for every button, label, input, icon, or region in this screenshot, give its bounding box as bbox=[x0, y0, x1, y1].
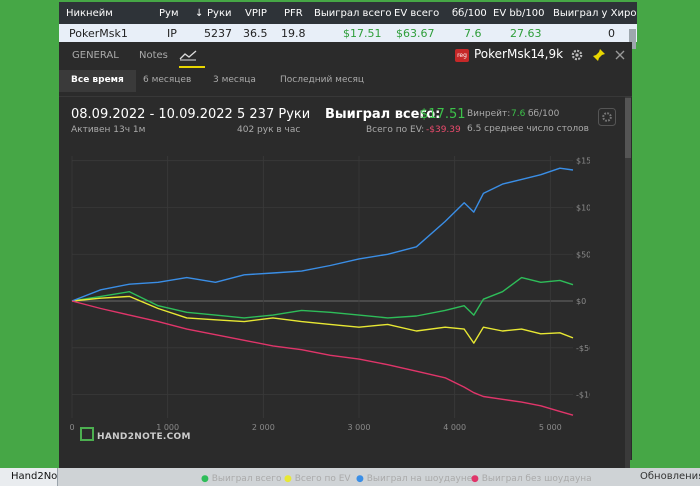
logo-text: HAND2NOTE.COM bbox=[97, 432, 191, 442]
background-strip bbox=[630, 460, 700, 468]
settings-gear-icon[interactable] bbox=[598, 108, 616, 126]
col-won-from-hero[interactable]: Выиграл у Хиро bbox=[553, 2, 636, 24]
winnings-chart: $150$100$50$0-$50-$10001 0002 0003 0004 … bbox=[69, 156, 590, 432]
col-ev-bb100[interactable]: EV bb/100 bbox=[493, 2, 545, 24]
hud-player-name: PokerMsk1 bbox=[474, 47, 539, 61]
logo-icon bbox=[80, 427, 94, 441]
legend-label: Всего по EV bbox=[294, 474, 351, 484]
date-range: 08.09.2022 - 10.09.2022 bbox=[71, 107, 233, 122]
legend-dot: ● bbox=[284, 474, 292, 484]
taskbar-app-button[interactable]: Hand2Note 2 bbox=[0, 468, 58, 486]
cell-vpip: 36.5 bbox=[243, 26, 268, 40]
gear-icon[interactable] bbox=[570, 48, 584, 62]
col-nickname[interactable]: Никнейм bbox=[66, 2, 113, 24]
tab-general[interactable]: GENERAL bbox=[72, 50, 119, 61]
pin-icon[interactable] bbox=[592, 48, 606, 62]
legend-item[interactable]: ● Выиграл всего bbox=[201, 474, 281, 484]
legend-item[interactable]: ● Выиграл без шоудауна bbox=[471, 474, 592, 484]
cell-ev-bb100: 27.63 bbox=[510, 26, 542, 40]
legend-dot: ● bbox=[201, 474, 209, 484]
y-tick-label: $100 bbox=[576, 203, 590, 212]
hud-titlebar: GENERAL Notes reg PokerMsk1 4,9k bbox=[59, 42, 632, 70]
legend-label: Выиграл на шоудауне bbox=[366, 474, 473, 484]
tab-notes[interactable]: Notes bbox=[139, 50, 168, 61]
hud-player-value: 4,9k bbox=[537, 47, 564, 61]
legend-dot: ● bbox=[471, 474, 479, 484]
table-header: Никнейм Рум ↓ Руки VPIP PFR Выиграл всег… bbox=[59, 2, 637, 24]
legend-label: Выиграл всего bbox=[211, 474, 282, 484]
col-won-total[interactable]: Выиграл всего bbox=[314, 2, 391, 24]
active-time: Активен 13ч 1м bbox=[71, 125, 146, 135]
line-chart-icon[interactable] bbox=[179, 49, 197, 61]
tab-active-underline bbox=[179, 66, 205, 68]
updates-button[interactable]: Обновления bbox=[636, 468, 700, 486]
y-tick-label: $0 bbox=[576, 297, 586, 306]
x-tick-label: 3 000 bbox=[348, 423, 371, 432]
period-tabs: Все время 6 месяцев 3 месяца Последний м… bbox=[59, 70, 632, 97]
cell-nickname: PokerMsk1 bbox=[69, 26, 128, 40]
table-row[interactable]: PokerMsk1 IP 5237 36.5 19.8 $17.51 $63.6… bbox=[59, 24, 637, 42]
x-tick-label: 2 000 bbox=[252, 423, 275, 432]
cell-won-from-hero: 0 bbox=[608, 26, 615, 40]
won-total-value: $17.51 bbox=[420, 107, 466, 122]
ev-total-value: -$39.39 bbox=[426, 125, 461, 135]
col-vpip[interactable]: VPIP bbox=[245, 2, 267, 24]
winrate-label: Винрейт: bbox=[467, 109, 511, 119]
cell-room: IP bbox=[167, 26, 177, 40]
tab-all-time[interactable]: Все время bbox=[59, 70, 136, 92]
winrate-value: 7.6 bbox=[511, 109, 526, 119]
cell-won-total: $17.51 bbox=[343, 26, 382, 40]
legend-item[interactable]: ● Выиграл на шоудауне bbox=[356, 474, 472, 484]
y-tick-label: -$100 bbox=[576, 391, 590, 400]
legend-item[interactable]: ● Всего по EV bbox=[284, 474, 351, 484]
series-line-3 bbox=[71, 167, 574, 302]
close-icon[interactable] bbox=[613, 48, 627, 62]
tables-avg: 6.5 среднее число столов bbox=[467, 124, 589, 134]
y-tick-label: -$50 bbox=[576, 344, 590, 353]
player-hud-popup: GENERAL Notes reg PokerMsk1 4,9k Все вре… bbox=[59, 42, 632, 484]
hud-scrollbar-thumb[interactable] bbox=[625, 98, 631, 158]
col-pfr[interactable]: PFR bbox=[284, 2, 303, 24]
ev-total-label: Всего по EV: bbox=[366, 125, 425, 135]
hand2note-logo: HAND2NOTE.COM bbox=[80, 427, 191, 442]
col-hands[interactable]: Руки bbox=[207, 2, 232, 24]
col-bb100[interactable]: бб/100 bbox=[452, 2, 487, 24]
x-tick-label: 5 000 bbox=[539, 423, 562, 432]
legend-label: Выиграл без шоудауна bbox=[481, 474, 592, 484]
cell-ev-total: $63.67 bbox=[396, 26, 435, 40]
cell-bb100: 7.6 bbox=[464, 26, 482, 40]
cell-pfr: 19.8 bbox=[281, 26, 306, 40]
hud-scrollbar[interactable] bbox=[625, 96, 631, 468]
series-line-4 bbox=[71, 300, 574, 416]
x-tick-label: 4 000 bbox=[443, 423, 466, 432]
cell-hands: 5237 bbox=[204, 26, 232, 40]
col-ev-total[interactable]: EV всего bbox=[394, 2, 439, 24]
y-tick-label: $50 bbox=[576, 250, 590, 259]
sort-arrow-icon: ↓ bbox=[195, 7, 204, 19]
tab-6-months[interactable]: 6 месяцев bbox=[137, 70, 197, 96]
reg-badge: reg bbox=[455, 49, 469, 62]
tab-last-month[interactable]: Последний месяц bbox=[274, 70, 370, 96]
x-tick-label: 0 bbox=[69, 423, 74, 432]
hands-count: 5 237 Руки bbox=[237, 107, 311, 122]
col-room[interactable]: Рум bbox=[159, 2, 179, 24]
player-table: Никнейм Рум ↓ Руки VPIP PFR Выиграл всег… bbox=[59, 2, 637, 42]
y-tick-label: $150 bbox=[576, 157, 590, 166]
hands-per-hour: 402 рук в час bbox=[237, 125, 301, 135]
tab-3-months[interactable]: 3 месяца bbox=[207, 70, 262, 96]
legend-dot: ● bbox=[356, 474, 364, 484]
winrate-unit: бб/100 bbox=[528, 109, 560, 119]
